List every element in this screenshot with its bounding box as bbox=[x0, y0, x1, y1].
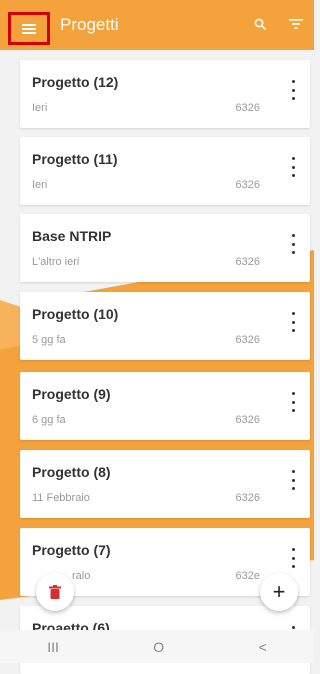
more-options-icon[interactable] bbox=[288, 312, 298, 332]
menu-button[interactable] bbox=[8, 12, 50, 45]
project-name: Progetto (9) bbox=[32, 386, 111, 402]
project-date: Ieri bbox=[32, 179, 48, 191]
project-date: 5 gg fa bbox=[32, 334, 66, 346]
project-code: 6326 bbox=[235, 256, 260, 268]
project-date: 6 gg fa bbox=[32, 414, 66, 426]
project-code: 6326 bbox=[235, 102, 260, 114]
project-code: 6326 bbox=[235, 334, 260, 346]
project-date: 11 Febbraio bbox=[32, 492, 90, 504]
more-options-icon[interactable] bbox=[288, 548, 298, 568]
project-name: Progetto (11) bbox=[32, 151, 118, 167]
project-date: ralo bbox=[72, 570, 91, 582]
project-card[interactable]: Progetto (9) 6 gg fa 6326 bbox=[20, 372, 310, 440]
project-code: 6326 bbox=[235, 492, 260, 504]
project-code: 6326 bbox=[235, 414, 260, 426]
search-icon[interactable] bbox=[252, 16, 268, 32]
home-button[interactable]: O bbox=[153, 639, 164, 655]
app-bar: Progetti bbox=[0, 0, 314, 50]
project-date: Ieri bbox=[32, 102, 48, 114]
more-options-icon[interactable] bbox=[288, 234, 298, 254]
more-options-icon[interactable] bbox=[288, 157, 298, 177]
project-card[interactable]: Base NTRIP L'altro ieri 6326 bbox=[20, 214, 310, 282]
project-card[interactable]: Progetto (11) Ieri 6326 bbox=[20, 137, 310, 205]
project-name: Progetto (8) bbox=[32, 464, 111, 480]
system-navigation-bar: III O < bbox=[0, 630, 314, 663]
project-name: Base NTRIP bbox=[32, 228, 112, 244]
project-card[interactable]: Progetto (12) Ieri 6326 bbox=[20, 60, 310, 128]
project-card[interactable]: Progetto (10) 5 gg fa 6326 bbox=[20, 292, 310, 360]
hamburger-menu-icon bbox=[22, 22, 36, 36]
trash-icon bbox=[49, 585, 61, 599]
project-name: Progetto (10) bbox=[32, 306, 119, 322]
more-options-icon[interactable] bbox=[288, 392, 298, 412]
project-date: L'altro ieri bbox=[32, 256, 80, 268]
filter-icon[interactable] bbox=[288, 16, 304, 32]
add-project-button[interactable]: + bbox=[260, 573, 298, 611]
project-name: Progetto (7) bbox=[32, 542, 111, 558]
plus-icon: + bbox=[272, 579, 286, 604]
project-code: 632е bbox=[235, 570, 260, 582]
more-options-icon[interactable] bbox=[288, 80, 298, 100]
project-name: Progetto (12) bbox=[32, 74, 119, 90]
project-code: 6326 bbox=[235, 179, 260, 191]
page-title: Progetti bbox=[60, 15, 119, 34]
more-options-icon[interactable] bbox=[288, 470, 298, 490]
back-button[interactable]: < bbox=[259, 639, 267, 655]
delete-button[interactable] bbox=[36, 573, 74, 611]
project-card[interactable]: Progetto (8) 11 Febbraio 6326 bbox=[20, 450, 310, 518]
recent-apps-button[interactable]: III bbox=[47, 639, 59, 655]
